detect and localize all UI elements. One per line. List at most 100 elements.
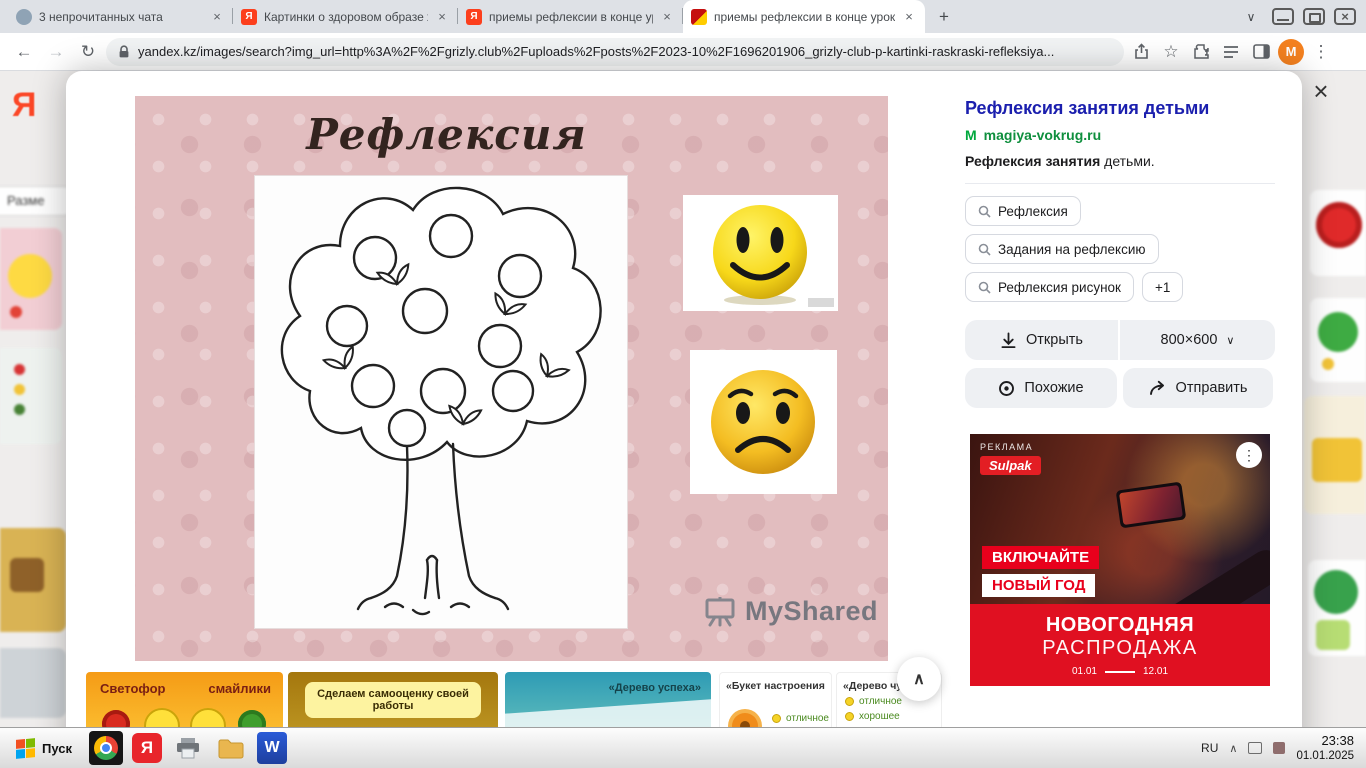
chip-reflection-tasks[interactable]: Задания на рефлексию [965,234,1159,264]
language-indicator[interactable]: RU [1201,741,1218,755]
site-name: magiya-vokrug.ru [984,127,1101,143]
chip-more[interactable]: +1 [1142,272,1183,302]
windows-flag-icon [16,738,35,759]
word-taskbar-icon[interactable]: W [257,732,287,764]
ad-sale-block: НОВОГОДНЯЯ РАСПРОДАЖА 01.01 12.01 [970,604,1270,686]
chip-reflection[interactable]: Рефлексия [965,196,1081,226]
printer-taskbar-icon[interactable] [171,731,205,765]
similar-button[interactable]: Похожие [965,368,1117,408]
result-description: Рефлексия занятия детьми. [965,153,1275,169]
chrome-taskbar-icon[interactable] [89,731,123,765]
minimize-icon[interactable] [1272,8,1294,25]
tab-close-icon[interactable]: × [434,9,450,24]
search-icon [978,205,991,218]
send-button[interactable]: Отправить [1123,368,1273,408]
image-heading: Рефлексия [135,110,758,159]
ad-brand-logo: Sulpak [980,456,1041,475]
open-button[interactable]: Открыть [965,320,1118,360]
open-size-buttons: Открыть 800×600 ∨ [965,320,1275,360]
size-filter-chip[interactable]: Разме [0,186,72,216]
site-favicon: M [965,127,977,143]
back-icon[interactable]: ← [10,38,38,66]
tab-title: приемы рефлексии в конце урока [714,10,895,24]
close-viewer-icon[interactable]: × [1306,76,1336,106]
bg-thumbnail [0,648,66,718]
tab-reflection-1[interactable]: Я приемы рефлексии в конце урока × [458,0,683,33]
bullet-icon [845,697,854,706]
advertisement[interactable]: РЕКЛАМА Sulpak ⋮ ВКЛЮЧАЙТЕ НОВЫЙ ГОД НОВ… [970,434,1270,686]
yandex-images-favicon-icon [691,9,707,25]
happy-smiley-image [683,195,838,311]
site-link[interactable]: M magiya-vokrug.ru [965,127,1275,143]
chevron-down-icon: ∨ [1226,334,1234,347]
forward-icon: → [42,38,70,66]
watermark-strip [808,298,834,307]
tab-close-icon[interactable]: × [209,9,225,24]
tab-search-icon[interactable]: ∨ [1238,4,1264,30]
reload-icon[interactable]: ↻ [74,38,102,66]
ad-phone [1116,482,1187,529]
ad-headline-1: ВКЛЮЧАЙТЕ [982,546,1099,569]
yandex-favicon-icon: Я [466,9,482,25]
ad-sale-line-1: НОВОГОДНЯЯ [970,614,1270,637]
ad-headline-2: НОВЫЙ ГОД [982,574,1095,597]
info-panel: Рефлексия занятия детьми M magiya-vokrug… [955,96,1285,686]
taskbar-clock[interactable]: 23:38 01.01.2025 [1296,733,1354,764]
system-tray: RU ∧ 23:38 01.01.2025 [1201,733,1358,764]
ad-menu-icon[interactable]: ⋮ [1236,442,1262,468]
browser-tab-strip: 3 непрочитанных чата × Я Картинки о здор… [0,0,1366,33]
ad-arm-silhouette [1161,544,1270,604]
dash [1105,671,1135,673]
preview-image[interactable]: Рефлексия [135,96,888,661]
related-query-chips: Рефлексия Задания на рефлексию Рефлексия… [965,196,1275,302]
browser-toolbar: ← → ↻ yandex.kz/images/search?img_url=ht… [0,33,1366,71]
tab-healthy-images[interactable]: Я Картинки о здоровом образе жиз × [233,0,458,33]
reflection-tree-drawing [255,176,627,628]
result-title-link[interactable]: Рефлексия занятия детьми [965,96,1275,120]
ad-photo: РЕКЛАМА Sulpak ⋮ ВКЛЮЧАЙТЕ НОВЫЙ ГОД [970,434,1270,604]
size-select-button[interactable]: 800×600 ∨ [1120,320,1275,360]
bg-thumbnail [0,348,62,444]
new-tab-button[interactable]: + [931,4,957,30]
image-viewer-modal: Рефлексия [66,71,1302,768]
yandex-browser-taskbar-icon[interactable]: Я [132,733,162,763]
extensions-puzzle-icon[interactable] [1188,39,1214,65]
share-icon[interactable] [1128,39,1154,65]
search-icon [978,281,991,294]
taskbar: Пуск Я W RU ∧ 23:38 01.01.2025 [0,727,1366,768]
restore-icon[interactable] [1303,8,1325,25]
tab-chats[interactable]: 3 непрочитанных чата × [8,0,233,33]
tab-reflection-active[interactable]: приемы рефлексии в конце урока × [683,0,925,33]
reading-list-icon[interactable] [1218,39,1244,65]
bg-thumbnail [1308,560,1366,656]
ad-dates: 01.01 12.01 [970,666,1270,677]
tab-close-icon[interactable]: × [659,9,675,24]
bookmark-star-icon[interactable]: ☆ [1158,39,1184,65]
window-close-icon[interactable]: × [1334,8,1356,25]
browser-menu-icon[interactable]: ⋮ [1308,39,1334,65]
tab-title: Картинки о здоровом образе жиз [264,10,428,24]
tab-title: приемы рефлексии в конце урока [489,10,653,24]
tray-expand-icon[interactable]: ∧ [1229,742,1237,755]
address-bar[interactable]: yandex.kz/images/search?img_url=http%3A%… [106,38,1124,66]
folder-taskbar-icon[interactable] [214,731,248,765]
bg-thumbnail [1310,190,1366,276]
tab-close-icon[interactable]: × [901,9,917,24]
chat-favicon-icon [16,9,32,25]
tray-display-icon[interactable] [1248,742,1262,754]
bullet-icon [772,714,781,723]
divider [965,183,1275,184]
share-arrow-icon [1149,380,1167,396]
lock-icon [118,45,130,59]
scroll-top-button[interactable]: ∧ [897,657,941,701]
bg-thumbnail [1310,298,1366,382]
url-text[interactable]: yandex.kz/images/search?img_url=http%3A%… [138,44,1054,59]
bg-thumbnail [1304,396,1366,514]
start-button[interactable]: Пуск [8,731,80,765]
profile-avatar[interactable]: M [1278,39,1304,65]
chip-reflection-drawing[interactable]: Рефлексия рисунок [965,272,1134,302]
ad-sale-line-2: РАСПРОДАЖА [970,637,1270,660]
tray-app-icon[interactable] [1273,742,1285,754]
side-panel-icon[interactable] [1248,39,1274,65]
easel-icon [703,597,737,627]
